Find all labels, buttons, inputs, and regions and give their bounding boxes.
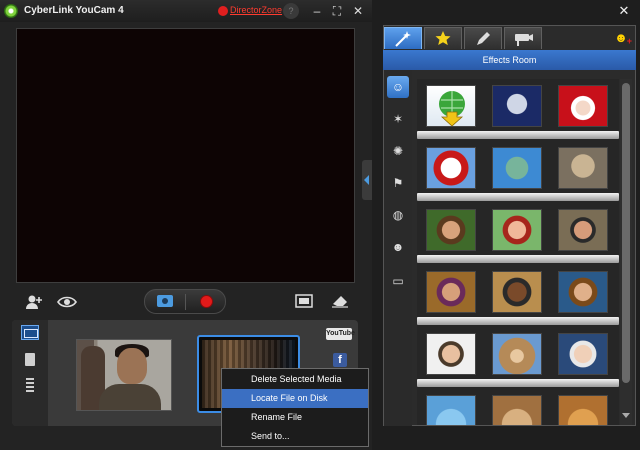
tab-draw[interactable]: [464, 27, 502, 49]
capture-buttons: [144, 289, 226, 314]
tab-effects[interactable]: [384, 27, 422, 49]
portrait-filter-icon[interactable]: [21, 353, 39, 368]
effects-close-button[interactable]: ✕: [616, 3, 632, 19]
effects-shelf: [417, 79, 619, 425]
scroll-down-arrow-icon[interactable]: [622, 413, 630, 418]
shelf-board: [417, 317, 619, 325]
media-thumbnail-1[interactable]: [76, 339, 172, 411]
thumbnail-figure: [117, 348, 147, 384]
effect-santa[interactable]: [558, 85, 608, 127]
menu-item-rename-file[interactable]: Rename File: [222, 408, 368, 427]
effect-dog[interactable]: [492, 395, 542, 425]
download-globe-icon: [439, 91, 465, 126]
video-filter-icon[interactable]: [21, 378, 39, 393]
record-button[interactable]: [200, 295, 213, 308]
effect-old-man-avatar[interactable]: [558, 333, 608, 375]
close-button[interactable]: ✕: [350, 3, 366, 19]
effect-man-avatar-4[interactable]: [558, 271, 608, 313]
director-zone-link[interactable]: DirectorZone: [230, 5, 282, 15]
maximize-button[interactable]: ⛶: [329, 3, 345, 19]
effects-shelf-row: [417, 79, 619, 139]
collapse-panel-toggle[interactable]: [362, 160, 372, 200]
tab-emotions[interactable]: [424, 27, 462, 49]
photo-filter-icon[interactable]: [21, 325, 39, 340]
effects-shelf-row: [417, 327, 619, 387]
filter-icon[interactable]: ▭: [387, 270, 409, 292]
camera-preview[interactable]: [16, 28, 355, 283]
shelf-board: [417, 193, 619, 201]
magic-wand-icon[interactable]: ✶: [387, 108, 409, 130]
shelf-board: [417, 131, 619, 139]
facebook-upload-button[interactable]: f: [333, 353, 347, 367]
effect-woman-avatar-1[interactable]: [426, 209, 476, 251]
effects-room-header: Effects Room: [383, 50, 636, 70]
snapshot-camera-icon[interactable]: [157, 295, 173, 307]
eraser-icon[interactable]: [330, 294, 350, 310]
effect-man-avatar-5[interactable]: [426, 333, 476, 375]
help-button[interactable]: ?: [283, 3, 299, 19]
youcam-app: CyberLink YouCam 4 DirectorZone ? – ⛶ ✕: [0, 0, 640, 450]
effects-scrollbar[interactable]: [620, 79, 632, 425]
effects-pane: ✕ ☻ Effects Room ☺ ✶ ✺ ⚑ ◍ ☻ ▭: [372, 0, 640, 450]
effect-man-avatar-2[interactable]: [426, 271, 476, 313]
scrollbar-thumb[interactable]: [622, 83, 630, 383]
director-zone-icon: [218, 6, 228, 16]
add-effect-icon[interactable]: ☻: [612, 29, 632, 50]
effect-alien[interactable]: [492, 85, 542, 127]
effects-shelf-row: [417, 389, 619, 425]
library-filter-tabs: [12, 320, 48, 426]
divider: [185, 294, 186, 310]
shelf-board: [417, 255, 619, 263]
fullscreen-icon[interactable]: [294, 294, 314, 310]
context-menu: Delete Selected Media Locate File on Dis…: [221, 368, 369, 447]
effect-category-tabs: ☺ ✶ ✺ ⚑ ◍ ☻ ▭: [384, 70, 412, 426]
avatar-icon[interactable]: ☺: [387, 76, 409, 98]
minimize-button[interactable]: –: [309, 3, 325, 19]
effects-shelf-row: [417, 265, 619, 325]
menu-item-locate-file-on-disk[interactable]: Locate File on Disk: [222, 389, 368, 408]
youcam-logo-icon: [4, 4, 18, 18]
menu-item-delete-selected-media[interactable]: Delete Selected Media: [222, 370, 368, 389]
effect-puppy[interactable]: [558, 395, 608, 425]
frame-icon[interactable]: ⚑: [387, 172, 409, 194]
title-bar[interactable]: CyberLink YouCam 4 DirectorZone ? – ⛶ ✕: [0, 0, 372, 22]
preview-eye-icon[interactable]: [56, 294, 77, 310]
effect-snowman[interactable]: [426, 147, 476, 189]
thumbnail-figure: [99, 384, 161, 410]
particle-icon[interactable]: ✺: [387, 140, 409, 162]
effect-download[interactable]: [426, 85, 476, 127]
app-title: CyberLink YouCam 4: [24, 5, 124, 16]
effect-blue-cartoon[interactable]: [426, 395, 476, 425]
effect-man-avatar-1[interactable]: [558, 209, 608, 251]
tab-surveillance[interactable]: [504, 27, 542, 49]
effects-shelf-row: [417, 203, 619, 263]
capture-control-bar: [16, 288, 355, 316]
mask-icon[interactable]: ◍: [387, 204, 409, 226]
smiley-icon[interactable]: ☻: [387, 236, 409, 258]
effect-statue-of-liberty[interactable]: [492, 147, 542, 189]
youtube-upload-button[interactable]: YouTube: [326, 328, 355, 340]
effect-sphinx[interactable]: [558, 147, 608, 189]
effect-teddy-bear[interactable]: [492, 333, 542, 375]
menu-item-send-to[interactable]: Send to...: [222, 427, 368, 446]
effect-woman-avatar-2[interactable]: [492, 209, 542, 251]
effect-man-avatar-3[interactable]: [492, 271, 542, 313]
shelf-board: [417, 379, 619, 387]
face-tracking-icon[interactable]: [24, 294, 44, 310]
effects-shelf-row: [417, 141, 619, 201]
